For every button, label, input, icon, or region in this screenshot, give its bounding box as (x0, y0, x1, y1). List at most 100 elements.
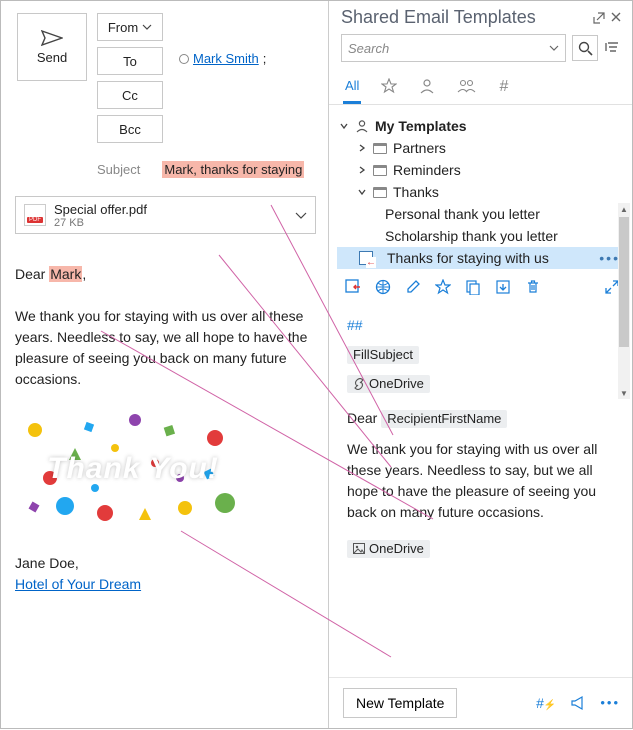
from-button[interactable]: From (97, 13, 163, 41)
templates-pane: Shared Email Templates Search All # (329, 1, 632, 728)
search-input[interactable]: Search (341, 34, 566, 62)
template-toolbar (329, 269, 632, 301)
tree-label: Partners (393, 140, 446, 156)
folder-icon (373, 165, 387, 176)
scroll-thumb[interactable] (619, 217, 629, 347)
from-label: From (108, 20, 138, 35)
chevron-down-icon (549, 45, 559, 51)
preview-body: We thank you for staying with us over al… (347, 439, 620, 523)
template-tree: My Templates Partners Reminders Thanks P… (329, 105, 632, 269)
cc-button[interactable]: Cc (97, 81, 163, 109)
attachment-name: Special offer.pdf (54, 202, 147, 217)
scroll-down-icon[interactable]: ▼ (618, 387, 630, 399)
folder-open-icon (373, 187, 387, 198)
send-label: Send (37, 50, 67, 65)
tree-folder-thanks[interactable]: Thanks (337, 181, 628, 203)
cc-label: Cc (122, 88, 138, 103)
tab-team[interactable] (455, 74, 479, 104)
hash-icon: # (499, 78, 508, 95)
filter-icon[interactable] (604, 39, 622, 57)
template-preview: ## FillSubject OneDrive Dear RecipientFi… (329, 301, 632, 576)
compose-pane: Send From To Cc Bcc Mark Smith; Subject (1, 1, 329, 728)
tree-label: Thanks (393, 184, 439, 200)
tree-label: Thanks for staying with us (387, 250, 549, 266)
chevron-right-icon (357, 143, 367, 153)
attachment-chip[interactable]: Special offer.pdf 27 KB (15, 196, 316, 234)
tree-label: Reminders (393, 162, 461, 178)
chevron-down-icon (357, 187, 367, 197)
body-paragraph: We thank you for staying with us over al… (15, 306, 314, 390)
bcc-button[interactable]: Bcc (97, 115, 163, 143)
signature-link[interactable]: Hotel of Your Dream (15, 576, 141, 592)
tree-scrollbar[interactable]: ▲ ▼ (618, 203, 630, 399)
delete-icon[interactable] (525, 279, 541, 295)
more-icon[interactable]: ••• (600, 695, 620, 711)
tree-item-staying[interactable]: Thanks for staying with us ••• (337, 247, 628, 269)
tree-label: Personal thank you letter (385, 206, 540, 222)
announcement-icon[interactable] (570, 695, 586, 711)
chevron-down-icon (339, 121, 349, 131)
tree-item-scholarship[interactable]: Scholarship thank you letter (337, 225, 628, 247)
tree-folder-reminders[interactable]: Reminders (337, 159, 628, 181)
template-insert-icon (359, 251, 373, 265)
image-icon (353, 543, 365, 554)
popout-icon[interactable] (592, 11, 606, 25)
close-icon[interactable] (610, 11, 622, 23)
tab-tags[interactable]: # (497, 74, 510, 104)
chevron-down-icon (295, 212, 307, 219)
send-button[interactable]: Send (17, 13, 87, 81)
tab-all[interactable]: All (343, 74, 361, 104)
tree-root-mytemplates[interactable]: My Templates (337, 115, 628, 137)
bottom-bar: New Template #⚡ ••• (329, 677, 632, 728)
macro-fillsubject[interactable]: FillSubject (347, 346, 419, 364)
star-icon (381, 78, 397, 94)
globe-icon[interactable] (375, 279, 391, 295)
macro-onedrive-attach[interactable]: OneDrive (347, 375, 430, 393)
folder-icon (373, 143, 387, 154)
body-greeting-prefix: Dear (15, 266, 49, 282)
copy-icon[interactable] (465, 279, 481, 295)
import-icon[interactable] (495, 279, 511, 295)
tab-personal[interactable] (417, 74, 437, 104)
send-icon (41, 30, 63, 46)
signature-name: Jane Doe, (15, 553, 314, 574)
subject-label: Subject (97, 162, 140, 177)
presence-icon (179, 54, 189, 64)
recipient-chip[interactable]: Mark Smith; (179, 51, 266, 66)
tree-root-label: My Templates (375, 118, 467, 134)
attachment-size: 27 KB (54, 217, 147, 229)
to-label: To (123, 54, 137, 69)
body-greeting-name: Mark (49, 266, 82, 282)
to-button[interactable]: To (97, 47, 163, 75)
insert-icon[interactable] (345, 279, 361, 295)
person-icon (355, 119, 369, 133)
macro-onedrive-image[interactable]: OneDrive (347, 540, 430, 558)
search-button[interactable] (572, 35, 598, 61)
thank-you-text: Thank You! (15, 408, 251, 528)
panel-title: Shared Email Templates (341, 7, 536, 28)
new-template-button[interactable]: New Template (343, 688, 457, 718)
search-placeholder: Search (348, 41, 549, 56)
star-icon[interactable] (435, 279, 451, 295)
team-icon (457, 78, 477, 94)
hashtag-bolt-icon[interactable]: #⚡ (536, 695, 556, 711)
tree-folder-partners[interactable]: Partners (337, 137, 628, 159)
attachment-icon (353, 378, 365, 390)
chevron-down-icon (142, 24, 152, 30)
person-icon (419, 78, 435, 94)
preview-hashes: ## (347, 315, 620, 336)
pdf-icon (24, 204, 46, 226)
subject-value[interactable]: Mark, thanks for staying (162, 161, 304, 178)
tree-item-personal[interactable]: Personal thank you letter (337, 203, 628, 225)
compose-body[interactable]: Dear Mark, We thank you for staying with… (1, 234, 328, 595)
macro-recipient-firstname[interactable]: RecipientFirstName (381, 410, 507, 428)
recipient-name: Mark Smith (193, 51, 259, 66)
tab-favorites[interactable] (379, 74, 399, 104)
chevron-right-icon (357, 165, 367, 175)
scroll-up-icon[interactable]: ▲ (618, 203, 630, 215)
preview-greeting-prefix: Dear (347, 410, 381, 426)
edit-icon[interactable] (405, 279, 421, 295)
tree-label: Scholarship thank you letter (385, 228, 558, 244)
thank-you-image: Thank You! (15, 408, 251, 528)
body-greeting-suffix: , (82, 266, 86, 282)
